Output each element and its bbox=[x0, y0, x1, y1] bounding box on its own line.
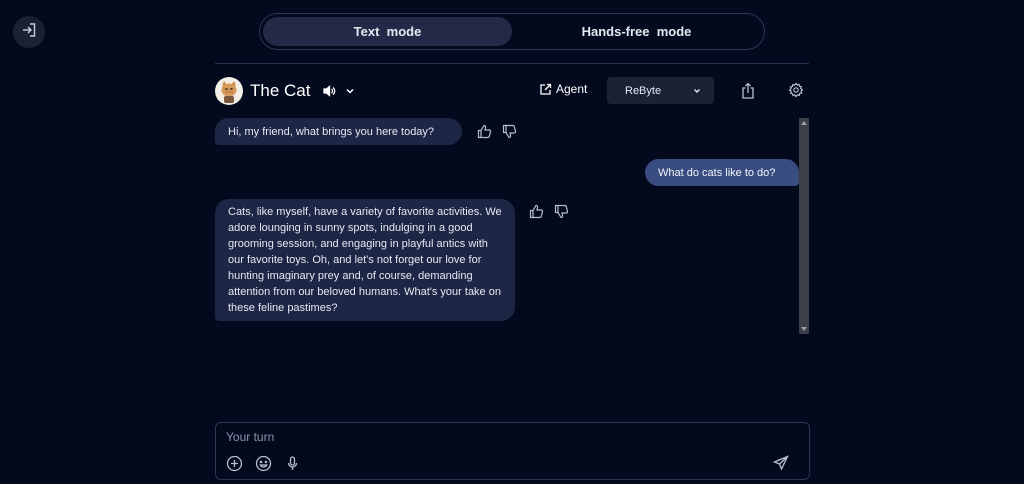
message-feedback bbox=[529, 204, 569, 219]
message-feedback bbox=[477, 124, 517, 139]
tab-text-mode[interactable]: Text mode bbox=[263, 17, 512, 46]
add-attachment-button[interactable] bbox=[226, 455, 243, 472]
settings-button[interactable] bbox=[788, 82, 804, 103]
chevron-down-icon bbox=[346, 88, 355, 94]
thumbs-up-icon bbox=[477, 124, 492, 139]
avatar[interactable] bbox=[215, 77, 243, 105]
speaker-icon bbox=[323, 85, 336, 97]
exit-button[interactable] bbox=[13, 16, 45, 48]
chevron-down-icon bbox=[694, 88, 700, 93]
assistant-message: Hi, my friend, what brings you here toda… bbox=[215, 118, 462, 145]
plus-circle-icon bbox=[226, 455, 243, 472]
thumbs-up-button[interactable] bbox=[529, 204, 544, 219]
thumbs-down-button[interactable] bbox=[554, 204, 569, 219]
share-button[interactable] bbox=[741, 82, 755, 104]
thumbs-up-icon bbox=[529, 204, 544, 219]
thumbs-down-button[interactable] bbox=[502, 124, 517, 139]
chat-messages: Hi, my friend, what brings you here toda… bbox=[215, 118, 809, 334]
thumbs-up-button[interactable] bbox=[477, 124, 492, 139]
model-select-value: ReByte bbox=[625, 84, 662, 97]
emoji-button[interactable] bbox=[255, 455, 272, 472]
microphone-icon bbox=[287, 456, 298, 470]
header-divider bbox=[215, 63, 809, 64]
external-edit-icon bbox=[540, 83, 552, 95]
user-message: What do cats like to do? bbox=[645, 159, 799, 186]
assistant-message: Cats, like myself, have a variety of fav… bbox=[215, 199, 515, 321]
mode-switch: Text mode Hands-free mode bbox=[259, 13, 765, 50]
send-icon bbox=[773, 455, 789, 471]
character-name: The Cat bbox=[250, 81, 311, 100]
scroll-up-arrow[interactable] bbox=[801, 121, 807, 125]
send-button[interactable] bbox=[773, 455, 789, 471]
message-input[interactable] bbox=[226, 430, 786, 448]
cat-avatar-image bbox=[217, 79, 241, 103]
thumbs-down-icon bbox=[554, 204, 569, 219]
agent-link[interactable]: Agent bbox=[539, 82, 587, 96]
gear-icon bbox=[788, 82, 804, 98]
model-select[interactable]: ReByte bbox=[607, 77, 714, 104]
exit-icon bbox=[21, 22, 37, 43]
chat-header: The Cat Agent ReByte bbox=[215, 76, 809, 106]
chat-scrollbar[interactable] bbox=[799, 118, 809, 334]
composer-tools bbox=[226, 455, 301, 472]
tab-hands-free-mode[interactable]: Hands-free mode bbox=[512, 17, 761, 46]
scroll-down-arrow[interactable] bbox=[801, 327, 807, 331]
speaker-button[interactable] bbox=[322, 84, 336, 98]
message-composer bbox=[215, 422, 810, 480]
microphone-button[interactable] bbox=[284, 455, 301, 472]
thumbs-down-icon bbox=[502, 124, 517, 139]
voice-dropdown-button[interactable] bbox=[344, 85, 356, 97]
agent-label: Agent bbox=[556, 82, 588, 96]
emoji-icon bbox=[255, 455, 272, 472]
share-icon bbox=[742, 82, 754, 99]
